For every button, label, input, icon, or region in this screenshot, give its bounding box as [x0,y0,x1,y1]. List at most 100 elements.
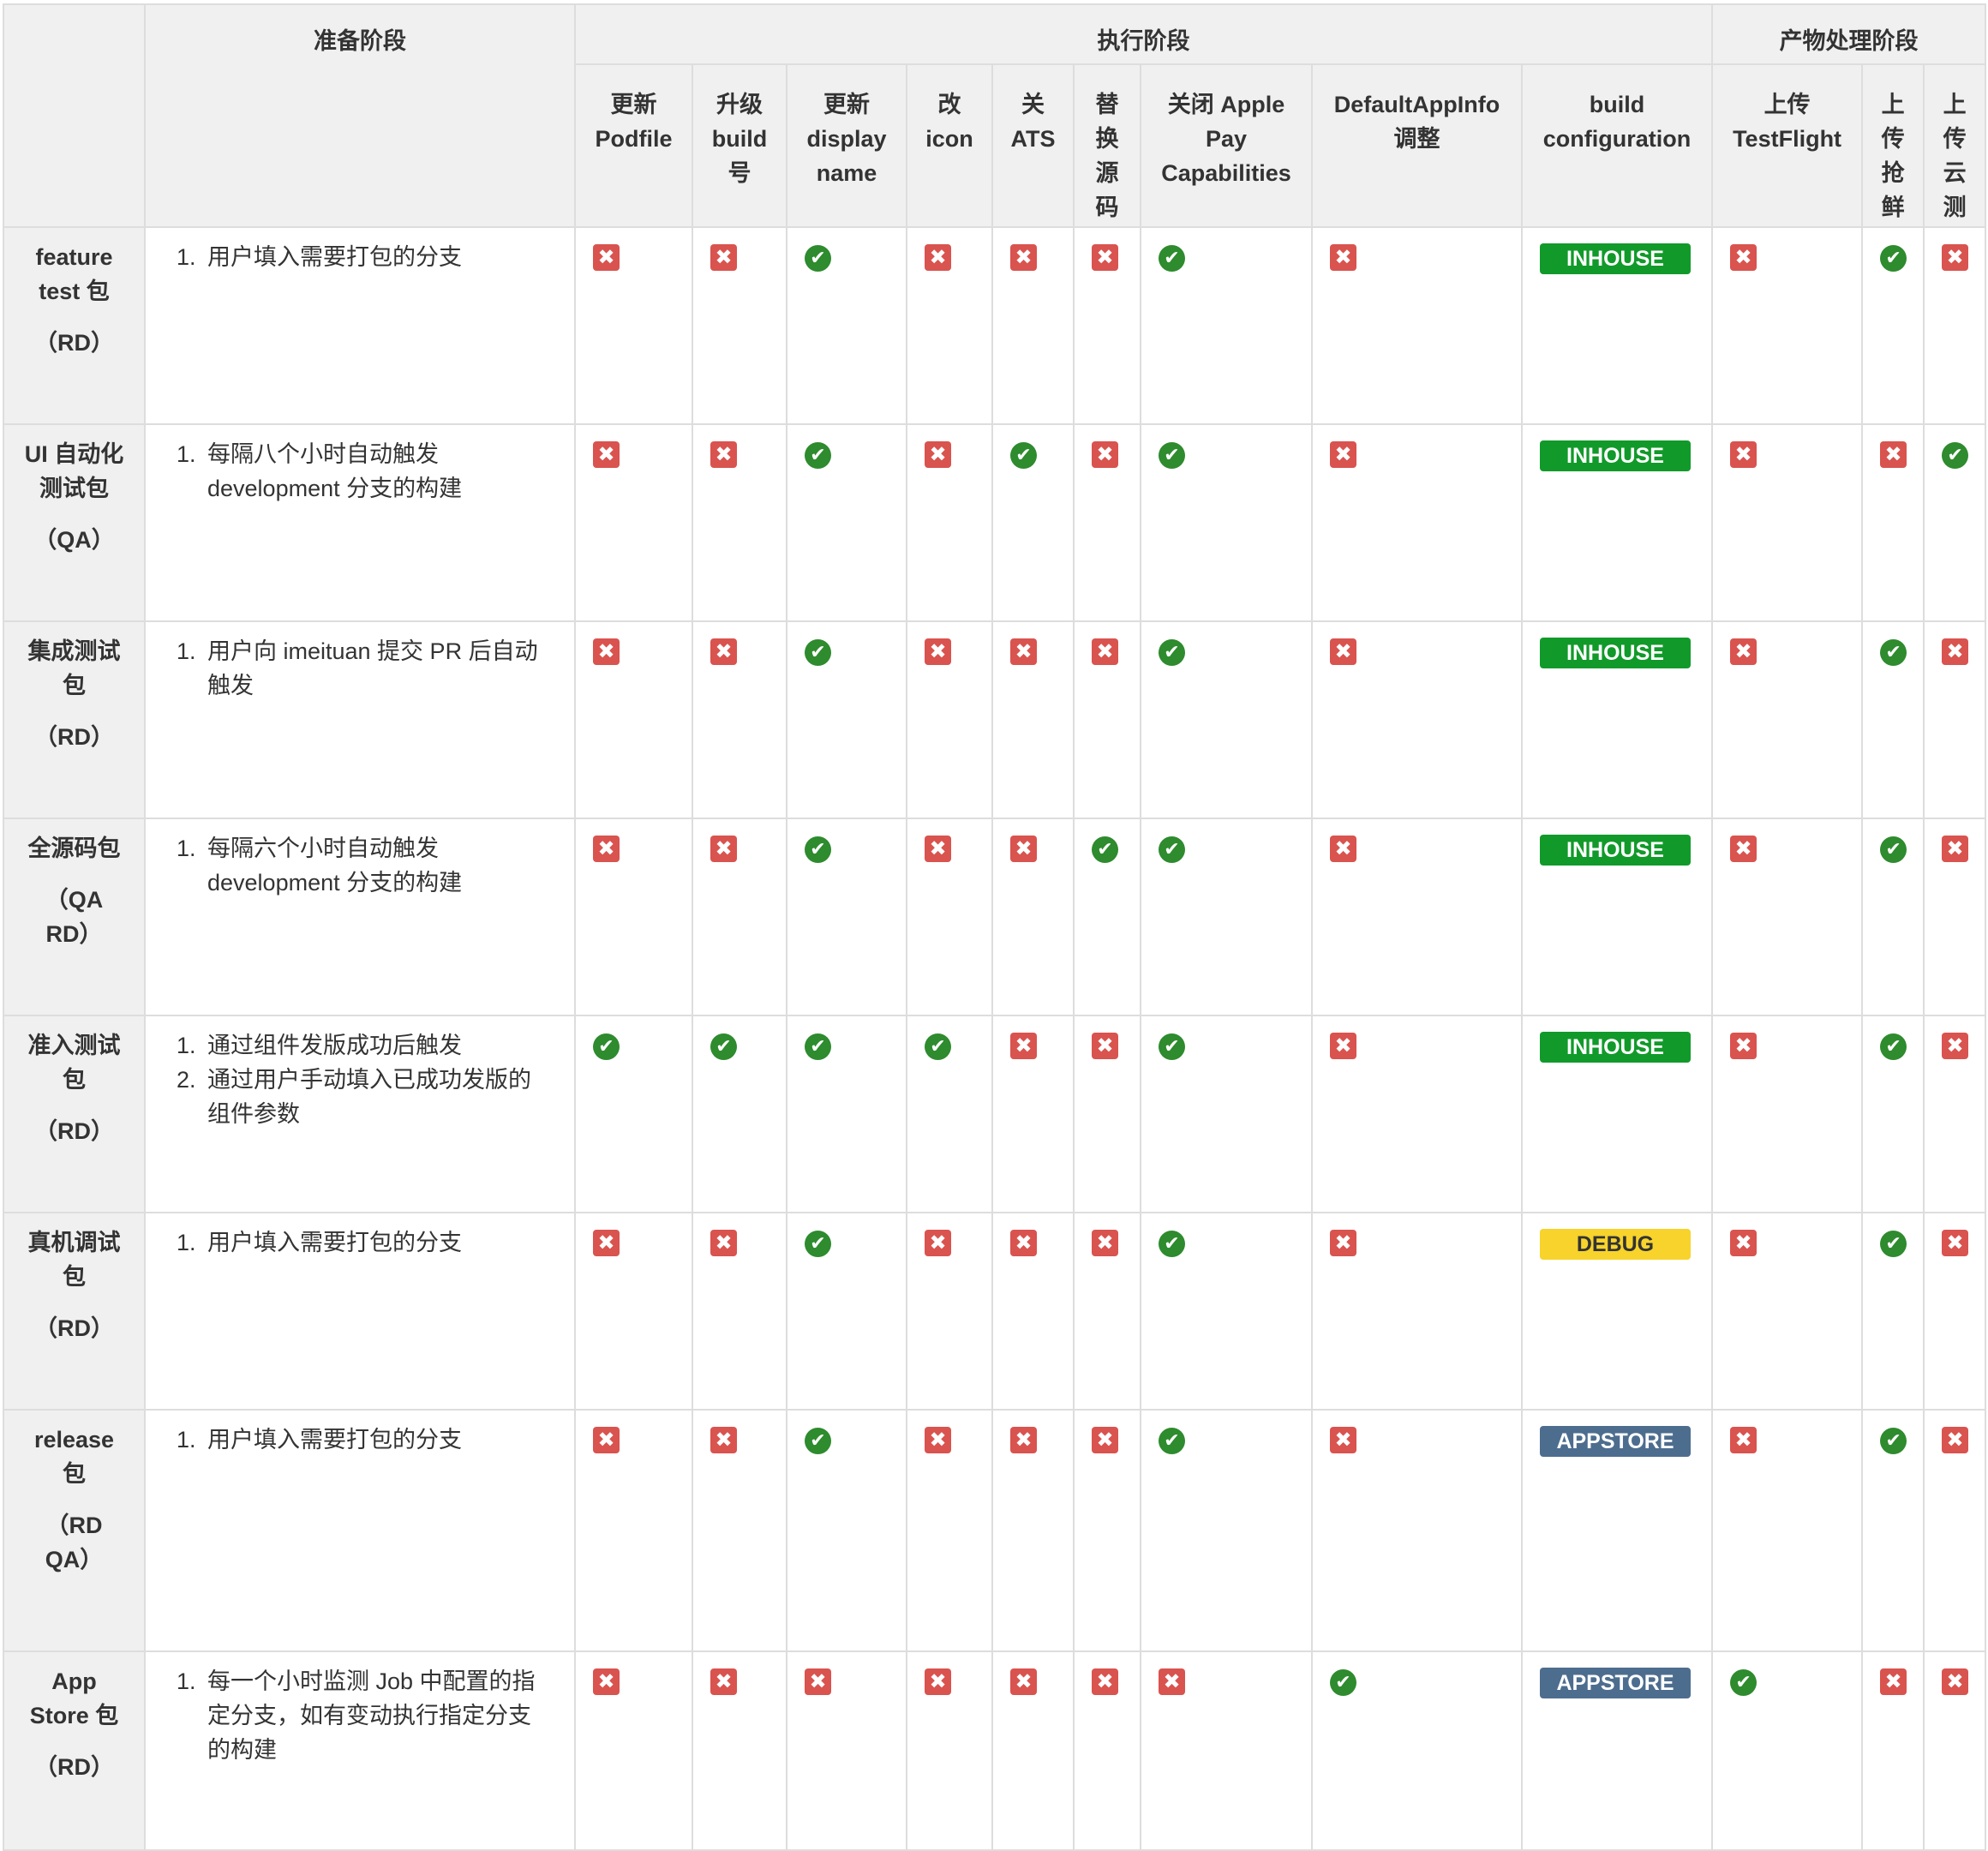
cross-icon: ✖ [1092,1668,1118,1695]
col-change-icon-cell: ✔ [906,1015,993,1213]
prep-description: 用户填入需要打包的分支 [144,1212,576,1411]
table-body: featuretest 包 （RD） 用户填入需要打包的分支 ✖ ✖ ✔ ✖ ✖ ✖ ✔ ✖ INHO… [3,226,1987,1851]
row-header: 准入测试包 （RD） [3,1015,146,1213]
cross-icon: ✖ [710,1427,737,1453]
col-default-app-info-cell: ✖ [1311,1212,1523,1411]
col-upload-testflight-cell: ✖ [1711,226,1864,425]
cross-icon: ✖ [593,1427,620,1453]
cross-icon: ✖ [1330,441,1356,468]
check-icon: ✔ [710,1033,737,1060]
prep-description: 通过组件发版成功后触发通过用户手动填入已成功发版的组件参数 [144,1015,576,1213]
col-change-icon-cell: ✖ [906,818,993,1016]
col-bump-build-cell: ✖ [692,818,787,1016]
package-name: 全源码包 [27,836,121,861]
col-disable-apple-pay-header: 关闭 Apple Pay Capabilities [1140,63,1313,228]
build-config-badge: INHOUSE [1540,440,1691,471]
cross-icon: ✖ [1330,1230,1356,1256]
cross-icon: ✖ [1730,1427,1757,1453]
col-upload-qiangxian-cell: ✖ [1861,1650,1925,1851]
col-update-podfile-cell: ✖ [574,1650,693,1851]
cross-icon: ✖ [925,1668,951,1695]
check-icon: ✔ [1159,1033,1185,1060]
cross-icon: ✖ [593,638,620,665]
cross-icon: ✖ [1159,1668,1185,1695]
col-replace-source-cell: ✖ [1073,1650,1141,1851]
cross-icon: ✖ [1942,1230,1969,1256]
check-icon: ✔ [1880,836,1907,863]
package-name: 真机调试包 [27,1230,121,1290]
cross-icon: ✖ [710,441,737,468]
cross-icon: ✖ [1330,1033,1356,1059]
package-name: 准入测试包 [27,1033,121,1093]
check-icon: ✔ [1159,442,1185,469]
col-disable-apple-pay-cell: ✔ [1140,818,1313,1016]
table-row: AppStore 包 （RD） 每一个小时监测 Job 中配置的指定分支，如有变动执… [3,1650,1987,1851]
step-item: 用户向 imeituan 提交 PR 后自动触发 [202,634,566,703]
col-disable-ats-cell: ✖ [991,1409,1075,1652]
col-upload-cloud-test-header: 上传云测 [1923,63,1987,228]
prep-description: 用户向 imeituan 提交 PR 后自动触发 [144,620,576,819]
prep-stage-header: 准备阶段 [144,3,576,228]
check-icon: ✔ [1159,1428,1185,1454]
check-icon: ✔ [1159,836,1185,863]
package-role: （QA RD） [45,887,104,947]
cross-icon: ✖ [593,441,620,468]
col-upload-testflight-cell: ✖ [1711,1015,1864,1213]
col-disable-ats-cell: ✖ [991,1212,1075,1411]
col-update-podfile-cell: ✔ [574,1015,693,1213]
cross-icon: ✖ [1942,1427,1969,1453]
build-config-badge: INHOUSE [1540,243,1691,274]
build-config-badge: DEBUG [1540,1229,1691,1260]
col-disable-ats-cell: ✖ [991,818,1075,1016]
table-row: 集成测试包 （RD） 用户向 imeituan 提交 PR 后自动触发 ✖ ✖ ✔ ✖ ✖ ✖ ✔… [3,620,1987,819]
col-upload-testflight-cell: ✖ [1711,1212,1864,1411]
cross-icon: ✖ [710,244,737,271]
col-disable-apple-pay-cell: ✔ [1140,1015,1313,1213]
cross-icon: ✖ [1330,638,1356,665]
col-disable-ats-cell: ✖ [991,1650,1075,1851]
col-bump-build-cell: ✖ [692,423,787,622]
col-bump-build-cell: ✖ [692,1409,787,1652]
cross-icon: ✖ [1330,244,1356,271]
cross-icon: ✖ [1330,1427,1356,1453]
col-update-display-name-header: 更新 display name [786,63,907,228]
cross-icon: ✖ [1092,1033,1118,1059]
cross-icon: ✖ [1010,244,1037,271]
col-change-icon-cell: ✖ [906,1212,993,1411]
col-update-display-name-cell: ✔ [786,818,907,1016]
cross-icon: ✖ [925,1427,951,1453]
check-icon: ✔ [1880,1231,1907,1257]
exec-stage-header: 执行阶段 [573,3,1714,65]
prep-description: 用户填入需要打包的分支 [144,1409,576,1652]
step-item: 用户填入需要打包的分支 [202,240,566,274]
col-replace-source-cell: ✖ [1073,1015,1141,1213]
col-update-podfile-cell: ✖ [574,1409,693,1652]
col-upload-testflight-cell: ✔ [1711,1650,1864,1851]
package-name: UI 自动化 测试包 [24,441,124,501]
package-role: （QA） [33,527,115,553]
step-item: 通过用户手动填入已成功发版的组件参数 [202,1063,566,1131]
build-config-cell: INHOUSE [1520,620,1714,819]
build-config-cell: INHOUSE [1520,423,1714,622]
post-stage-header: 产物处理阶段 [1711,3,1987,65]
cross-icon: ✖ [925,836,951,862]
check-icon: ✔ [1159,245,1185,272]
check-icon: ✔ [1942,442,1969,469]
cross-icon: ✖ [1092,638,1118,665]
step-item: 用户填入需要打包的分支 [202,1225,566,1260]
cross-icon: ✖ [710,1230,737,1256]
step-list: 用户填入需要打包的分支 [154,1423,566,1457]
cross-icon: ✖ [1730,441,1757,468]
col-upload-qiangxian-cell: ✔ [1861,1409,1925,1652]
col-upload-qiangxian-cell: ✖ [1861,423,1925,622]
table-row: 准入测试包 （RD） 通过组件发版成功后触发通过用户手动填入已成功发版的组件参数 ✔ ✔… [3,1015,1987,1213]
table-row: UI 自动化测试包 （QA） 每隔八个小时自动触发development 分支的构建… [3,423,1987,622]
check-icon: ✔ [1730,1669,1757,1696]
col-replace-source-header: 替换源码 [1073,63,1141,228]
step-item: 用户填入需要打包的分支 [202,1423,566,1457]
col-disable-ats-header: 关 ATS [991,63,1075,228]
col-update-podfile-cell: ✖ [574,423,693,622]
col-upload-qiangxian-cell: ✔ [1861,1015,1925,1213]
col-update-display-name-cell: ✔ [786,1212,907,1411]
cross-icon: ✖ [1010,1427,1037,1453]
